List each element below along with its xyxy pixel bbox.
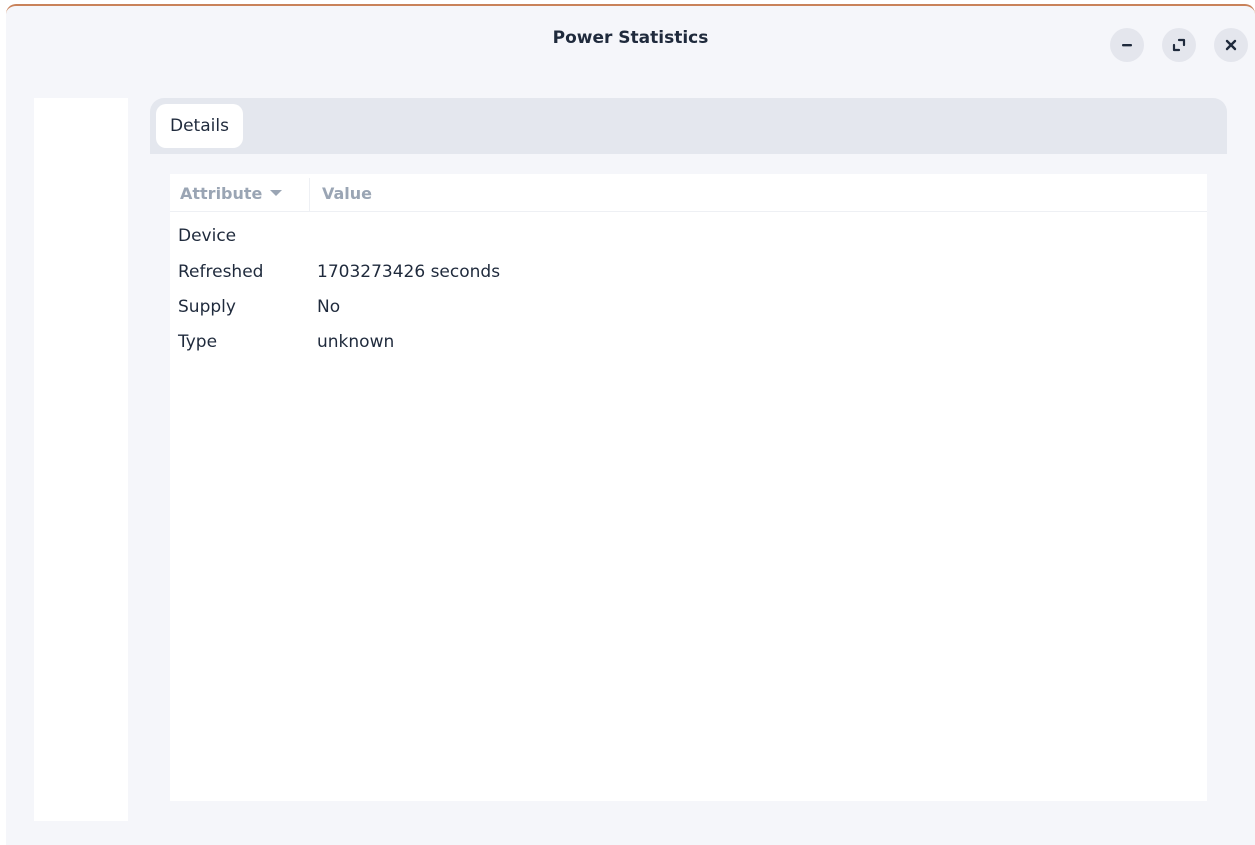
table-row[interactable]: Refreshed 1703273426 seconds [170, 254, 1207, 290]
attribute-column-label: Attribute [180, 183, 263, 203]
table-row[interactable]: Type unknown [170, 324, 1207, 360]
close-button[interactable] [1214, 28, 1248, 62]
attribute-cell: Supply [178, 297, 236, 317]
details-panel: Attribute Value Device Refreshed 1703273… [170, 174, 1207, 801]
table-row[interactable]: Device [170, 218, 1207, 254]
attribute-cell: Type [178, 332, 218, 352]
value-cell: 1703273426 seconds [317, 262, 501, 282]
maximize-button[interactable] [1162, 28, 1196, 62]
minimize-button[interactable] [1110, 28, 1144, 62]
value-column-label: Value [322, 183, 373, 203]
attribute-cell: Refreshed [178, 262, 264, 282]
value-cell: No [317, 297, 341, 317]
power-statistics-window: Power Statistics Details Attribute Value… [6, 4, 1255, 845]
table-row[interactable]: Supply No [170, 289, 1207, 325]
attribute-column-header[interactable]: Attribute [180, 174, 308, 212]
value-column-header[interactable]: Value [310, 174, 522, 212]
window-title: Power Statistics [552, 28, 709, 48]
device-sidebar[interactable] [34, 98, 128, 821]
chevron-down-icon [270, 190, 283, 196]
tab-details[interactable]: Details [156, 104, 243, 148]
table-header: Attribute Value [170, 174, 1207, 212]
value-cell: unknown [317, 332, 395, 352]
titlebar[interactable]: Power Statistics [6, 6, 1255, 70]
minimize-icon [1120, 38, 1134, 52]
close-icon [1224, 38, 1238, 52]
maximize-icon [1172, 38, 1186, 52]
attribute-cell: Device [178, 226, 237, 246]
tab-bar: Details [150, 98, 1227, 154]
